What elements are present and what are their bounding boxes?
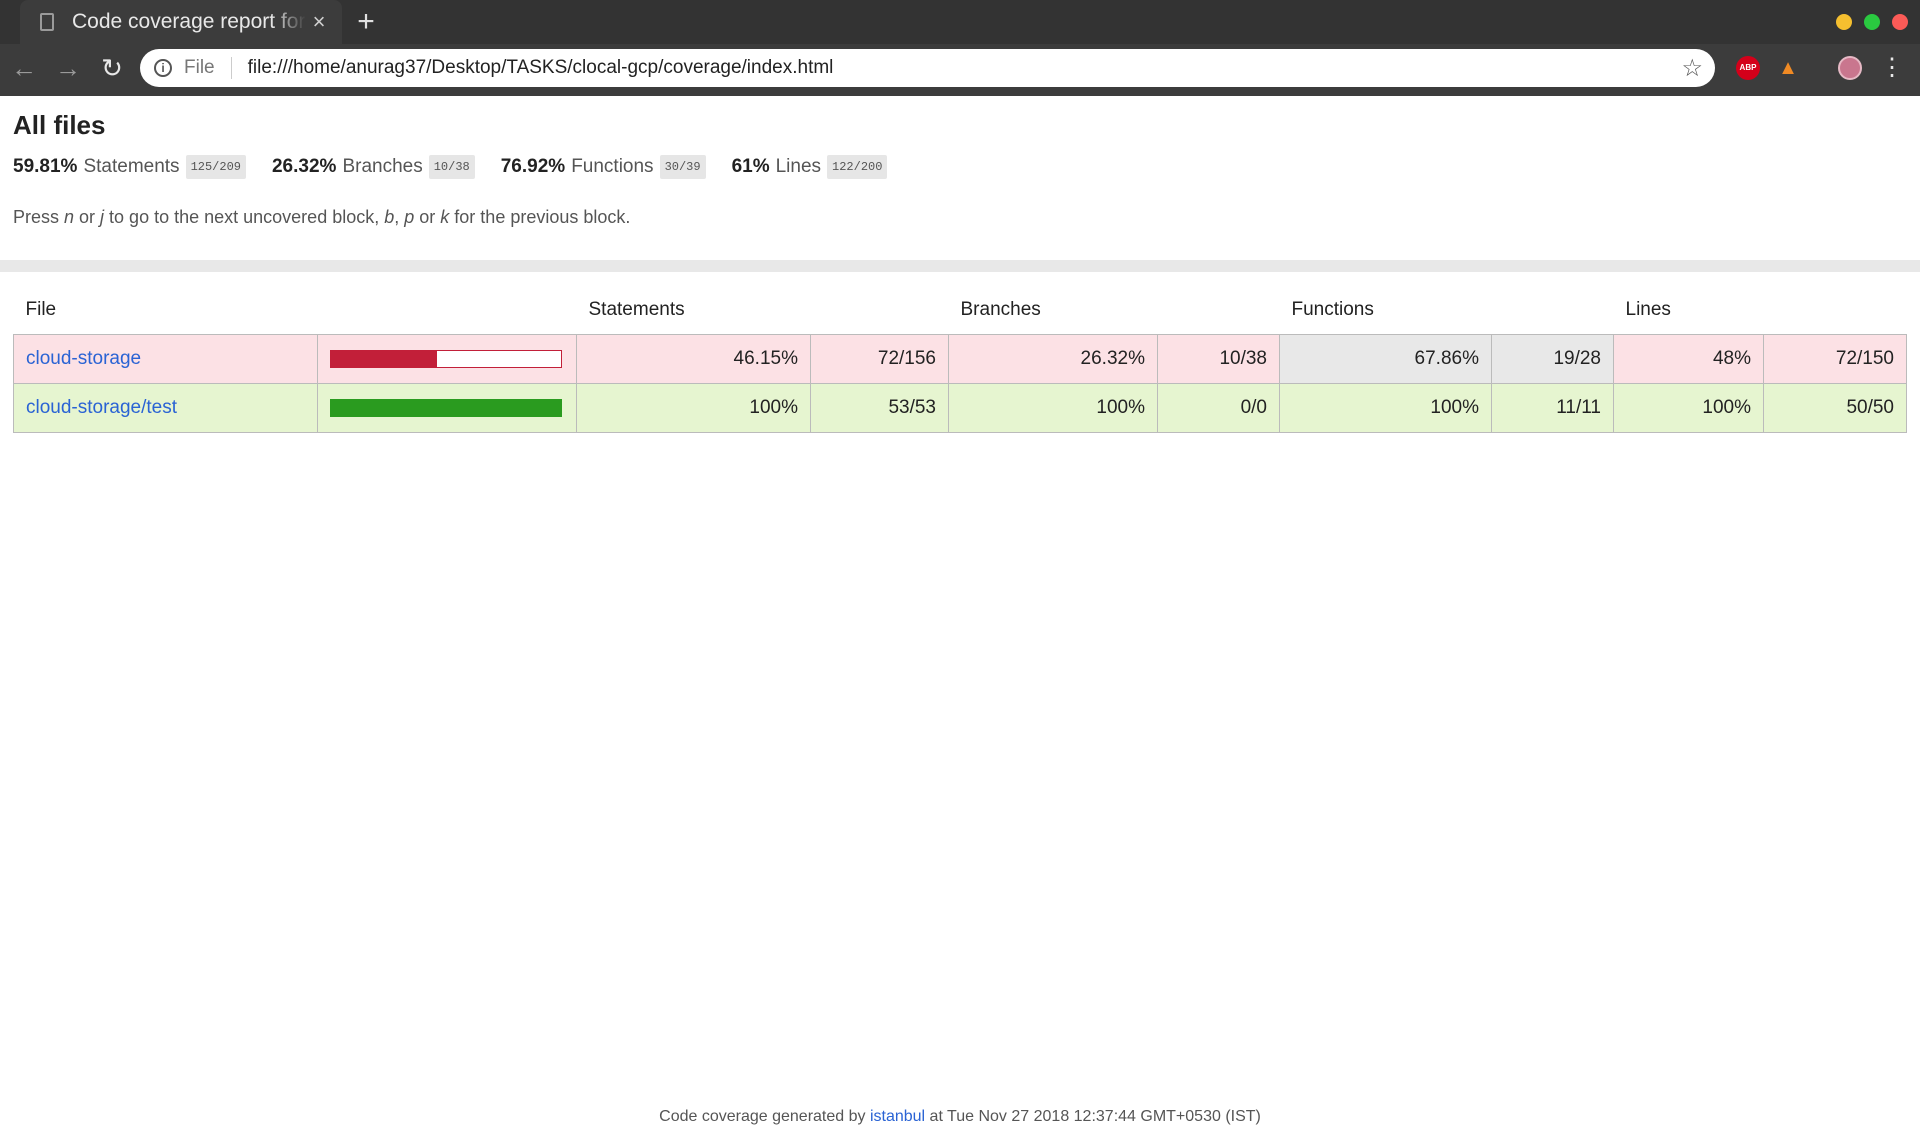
branches-pct: 26.32% xyxy=(948,334,1158,384)
summary-pct: 26.32% xyxy=(271,156,337,177)
tab-close-icon[interactable]: × xyxy=(306,9,332,35)
section-divider xyxy=(0,260,1920,272)
tab-title: Code coverage report for All files xyxy=(72,10,306,33)
col-branches[interactable]: Branches xyxy=(949,286,1158,335)
summary-fraction: 10/38 xyxy=(428,155,475,179)
coverage-page: All files 59.81% Statements 125/209 26.3… xyxy=(0,96,1920,1125)
file-cell: cloud-storage xyxy=(13,334,318,384)
url-scheme-label: File xyxy=(184,57,215,78)
browser-tab[interactable]: Code coverage report for All files × xyxy=(20,0,342,44)
page-icon xyxy=(40,13,54,31)
metamask-extension-icon[interactable]: ▲ xyxy=(1776,56,1800,80)
statements-frac: 53/53 xyxy=(810,383,949,433)
summary-fraction: 30/39 xyxy=(659,155,706,179)
summary-fraction: 125/209 xyxy=(185,155,246,179)
file-link[interactable]: cloud-storage/test xyxy=(26,397,177,418)
functions-pct: 100% xyxy=(1279,383,1492,433)
footer: Code coverage generated by istanbul at T… xyxy=(659,1108,1261,1125)
lines-pct: 48% xyxy=(1613,334,1764,384)
col-file[interactable]: File xyxy=(14,286,318,335)
statements-pct: 46.15% xyxy=(576,334,811,384)
col-branches-frac[interactable] xyxy=(1158,286,1280,335)
coverage-bar xyxy=(330,350,562,368)
col-lines-frac[interactable] xyxy=(1764,286,1907,335)
functions-frac: 11/11 xyxy=(1491,383,1614,433)
coverage-bar xyxy=(330,399,562,417)
url-text[interactable]: file:///home/anurag37/Desktop/TASKS/cloc… xyxy=(248,57,1682,79)
col-statements[interactable]: Statements xyxy=(577,286,811,335)
summary-pct: 76.92% xyxy=(500,156,566,177)
lines-frac: 50/50 xyxy=(1763,383,1907,433)
col-file-bar[interactable] xyxy=(318,286,577,335)
summary-pct: 59.81% xyxy=(13,156,78,177)
tab-strip: Code coverage report for All files × + xyxy=(0,0,1920,44)
col-functions[interactable]: Functions xyxy=(1280,286,1492,335)
summary-pct: 61% xyxy=(731,156,770,177)
coverage-summary: 59.81% Statements 125/209 26.32% Branche… xyxy=(13,155,1907,179)
profile-avatar-icon[interactable] xyxy=(1838,56,1862,80)
statements-frac: 72/156 xyxy=(810,334,949,384)
summary-fraction: 122/200 xyxy=(827,155,888,179)
summary-functions: 76.92% Functions 30/39 xyxy=(501,155,706,179)
window-controls xyxy=(1836,14,1908,30)
coverage-bar-fill xyxy=(331,351,438,367)
summary-lines: 61% Lines 122/200 xyxy=(732,155,888,179)
forward-arrow-icon[interactable]: → xyxy=(48,48,88,88)
functions-frac: 19/28 xyxy=(1491,334,1614,384)
browser-menu-icon[interactable]: ⋮ xyxy=(1880,56,1904,80)
summary-branches: 26.32% Branches 10/38 xyxy=(272,155,475,179)
col-statements-frac[interactable] xyxy=(811,286,949,335)
col-functions-frac[interactable] xyxy=(1492,286,1614,335)
istanbul-link[interactable]: istanbul xyxy=(870,1108,925,1125)
summary-label: Lines xyxy=(775,156,822,177)
file-cell: cloud-storage/test xyxy=(13,383,318,433)
close-window-button[interactable] xyxy=(1892,14,1908,30)
summary-label: Functions xyxy=(571,156,654,177)
lines-frac: 72/150 xyxy=(1763,334,1907,384)
browser-toolbar: ← → ↻ i File file:///home/anurag37/Deskt… xyxy=(0,44,1920,92)
lines-pct: 100% xyxy=(1613,383,1764,433)
statements-pct: 100% xyxy=(576,383,811,433)
functions-pct: 67.86% xyxy=(1279,334,1492,384)
branches-frac: 0/0 xyxy=(1157,383,1280,433)
col-lines[interactable]: Lines xyxy=(1614,286,1764,335)
page-title: All files xyxy=(13,110,106,140)
coverage-table: File Statements Branches Functions Lines… xyxy=(13,286,1907,433)
summary-label: Branches xyxy=(342,156,423,177)
reload-icon[interactable]: ↻ xyxy=(92,48,132,88)
file-link[interactable]: cloud-storage xyxy=(26,348,141,369)
coverage-bar-cell xyxy=(317,334,577,384)
address-separator xyxy=(230,57,232,79)
adblock-extension-icon[interactable]: ABP xyxy=(1736,56,1760,80)
branches-frac: 10/38 xyxy=(1157,334,1280,384)
table-header-row: File Statements Branches Functions Lines xyxy=(14,286,1907,335)
keyboard-hint: Press n or j to go to the next uncovered… xyxy=(13,207,631,227)
back-arrow-icon[interactable]: ← xyxy=(4,48,44,88)
address-bar[interactable]: i File file:///home/anurag37/Desktop/TAS… xyxy=(140,49,1715,87)
table-row: cloud-storage 46.15% 72/156 26.32% 10/38… xyxy=(13,334,1907,384)
info-icon[interactable]: i xyxy=(154,59,172,77)
branches-pct: 100% xyxy=(948,383,1158,433)
coverage-bar-fill xyxy=(331,400,561,416)
new-tab-button[interactable]: + xyxy=(348,4,384,40)
bookmark-star-icon[interactable]: ☆ xyxy=(1681,54,1703,83)
summary-label: Statements xyxy=(83,156,180,177)
summary-statements: 59.81% Statements 125/209 xyxy=(13,155,246,179)
coverage-bar-cell xyxy=(317,383,577,433)
maximize-button[interactable] xyxy=(1864,14,1880,30)
table-row: cloud-storage/test 100% 53/53 100% 0/0 1… xyxy=(13,383,1907,433)
minimize-button[interactable] xyxy=(1836,14,1852,30)
